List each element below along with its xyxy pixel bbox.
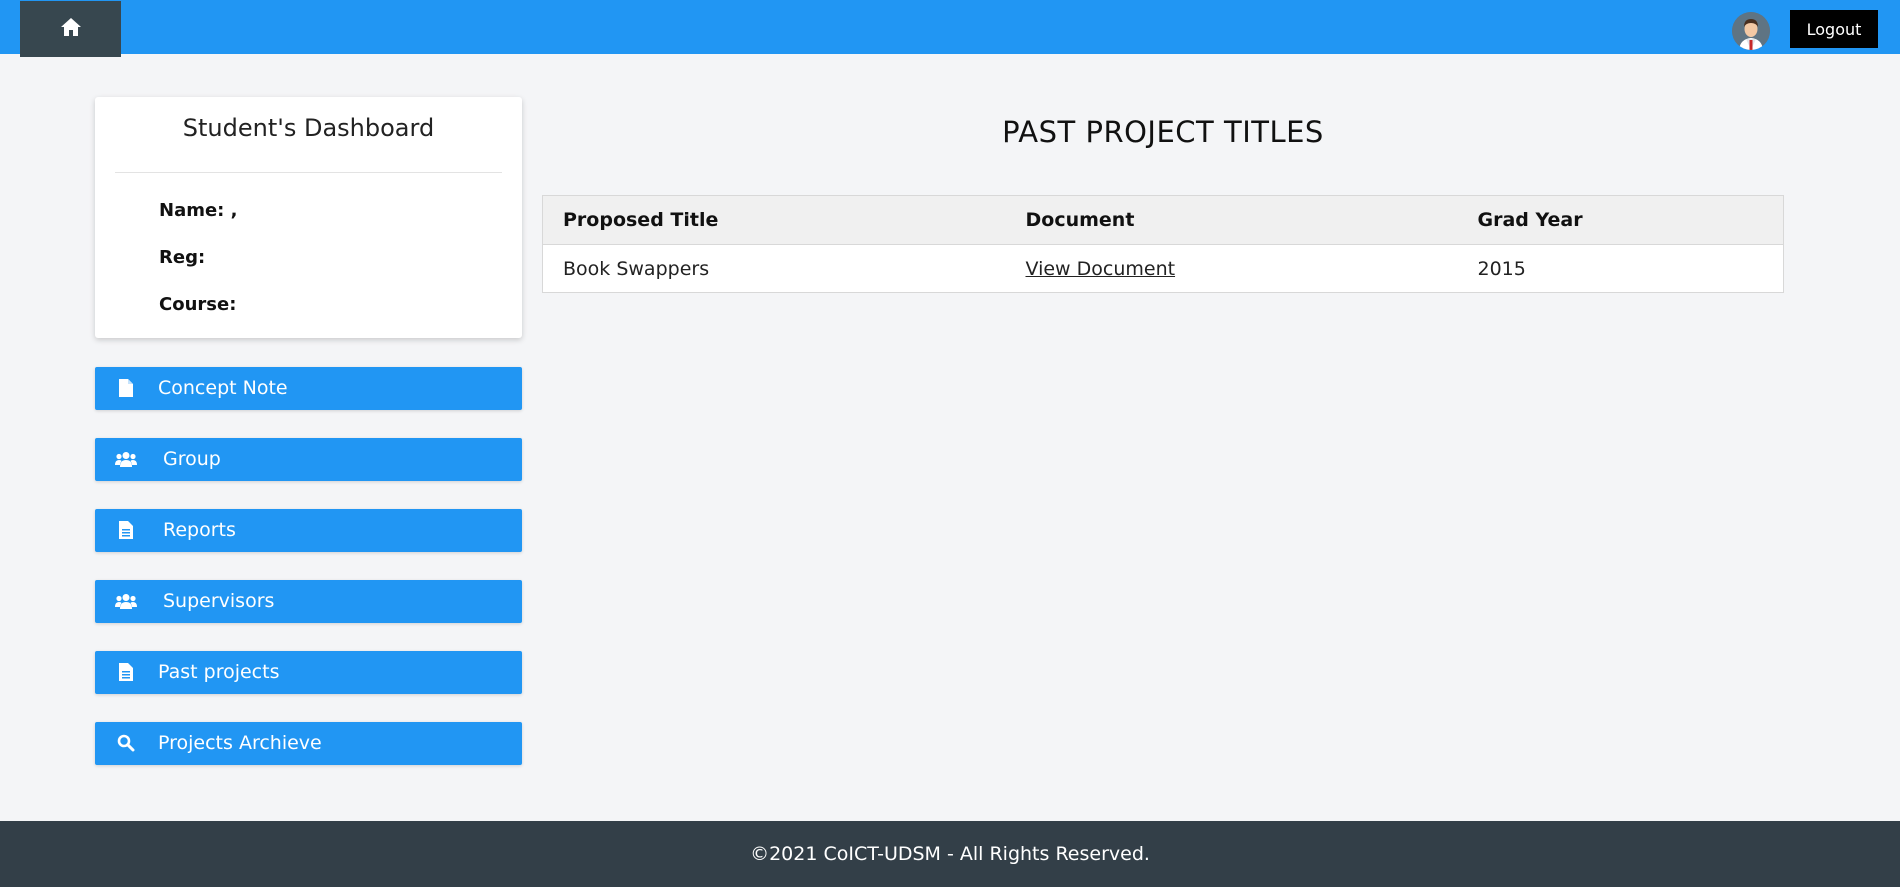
- projects-archive-label: Projects Archieve: [158, 732, 322, 754]
- file-text-icon: [115, 662, 137, 682]
- top-navbar: Logout: [0, 0, 1900, 57]
- view-document-link[interactable]: View Document: [1026, 258, 1176, 280]
- logout-button[interactable]: Logout: [1790, 10, 1878, 48]
- footer: ©2021 CoICT-UDSM - All Rights Reserved.: [0, 821, 1900, 887]
- student-name-label: Name: ,: [159, 200, 238, 221]
- supervisors-label: Supervisors: [163, 590, 275, 612]
- table-header-row: Proposed Title Document Grad Year: [542, 195, 1784, 245]
- file-text-icon: [115, 520, 137, 540]
- concept-note-button[interactable]: Concept Note: [95, 367, 522, 410]
- student-reg-label: Reg:: [159, 247, 206, 268]
- user-avatar[interactable]: [1732, 12, 1770, 50]
- project-title-cell: Book Swappers: [563, 257, 710, 280]
- search-icon: [115, 733, 137, 753]
- group-label: Group: [163, 448, 221, 470]
- column-header-proposed-title: Proposed Title: [542, 195, 1006, 245]
- reports-button[interactable]: Reports: [95, 509, 522, 552]
- group-button[interactable]: Group: [95, 438, 522, 481]
- past-projects-table: Proposed Title Document Grad Year Book S…: [542, 195, 1784, 293]
- home-icon: [60, 17, 82, 41]
- past-projects-label: Past projects: [158, 661, 280, 683]
- past-projects-button[interactable]: Past projects: [95, 651, 522, 694]
- grad-year-cell: 2015: [1477, 257, 1526, 280]
- student-course-label: Course:: [159, 294, 237, 315]
- column-header-grad-year: Grad Year: [1457, 195, 1784, 245]
- reports-label: Reports: [163, 519, 236, 541]
- student-dashboard-card: Student's Dashboard Name: , Reg: Course:: [95, 97, 522, 338]
- home-button[interactable]: [20, 1, 121, 57]
- dashboard-title: Student's Dashboard: [182, 114, 435, 142]
- concept-note-label: Concept Note: [158, 377, 288, 399]
- projects-archive-button[interactable]: Projects Archieve: [95, 722, 522, 765]
- document-cell: View Document: [1006, 245, 1458, 293]
- column-header-document: Document: [1005, 195, 1458, 245]
- divider: [115, 172, 502, 173]
- supervisors-button[interactable]: Supervisors: [95, 580, 522, 623]
- table-row: Book Swappers View Document 2015: [543, 245, 1784, 293]
- file-icon: [115, 378, 137, 398]
- page-title: PAST PROJECT TITLES: [1002, 115, 1324, 149]
- copyright-text: ©2021 CoICT-UDSM - All Rights Reserved.: [750, 843, 1150, 865]
- users-icon: [115, 449, 137, 469]
- users-icon: [115, 591, 137, 611]
